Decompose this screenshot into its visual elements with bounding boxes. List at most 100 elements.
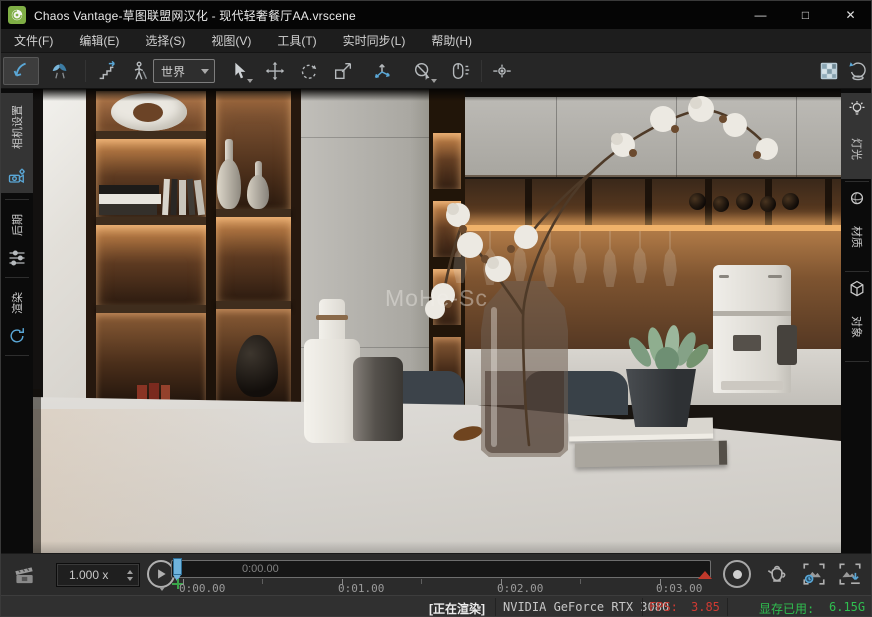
wall-edge-lower xyxy=(33,389,41,553)
scale-tool-button[interactable] xyxy=(327,57,359,85)
snapshot-clock-icon xyxy=(801,561,827,587)
tab-lights-label: 灯光 xyxy=(849,138,865,160)
flythrough-tool-button[interactable] xyxy=(43,57,77,85)
tab-materials[interactable]: 材质 xyxy=(841,185,872,267)
tab-camera-settings[interactable]: 相机设置 xyxy=(1,93,33,193)
vram-label: 显存已用: xyxy=(759,600,814,617)
collision-toggle-button[interactable] xyxy=(407,57,439,85)
strip-separator xyxy=(5,199,29,200)
tick-minor xyxy=(262,579,263,584)
toolbar-separator xyxy=(481,60,482,82)
menu-view[interactable]: 视图(V) xyxy=(198,29,264,53)
camera-gear-icon xyxy=(7,167,27,187)
path-tool-button[interactable] xyxy=(91,57,123,85)
animation-clapper-icon xyxy=(11,562,37,588)
status-separator xyxy=(727,598,728,617)
object-cube-icon xyxy=(847,279,867,299)
play-options-caret-icon[interactable] xyxy=(159,587,165,591)
swatch-grid-icon xyxy=(818,60,840,82)
left-panel-strip: 相机设置 后期 渲染 xyxy=(1,89,33,553)
record-dot-icon xyxy=(733,570,742,579)
tab-render[interactable]: 渲染 xyxy=(1,281,33,351)
step-down-icon[interactable] xyxy=(127,577,133,581)
close-button[interactable]: ✕ xyxy=(828,1,872,29)
timeline-end-marker[interactable] xyxy=(698,571,712,579)
transform-arrows-icon xyxy=(371,60,393,82)
tab-objects-label: 对象 xyxy=(849,316,865,338)
coordinate-space-value: 世界 xyxy=(161,63,185,80)
status-separator xyxy=(642,598,643,617)
menu-edit[interactable]: 编辑(E) xyxy=(66,29,132,53)
strip-separator xyxy=(5,355,29,356)
tab-post-label: 后期 xyxy=(9,214,25,236)
select-tool-button[interactable] xyxy=(223,57,255,85)
stairs-path-icon xyxy=(96,60,118,82)
strip-separator xyxy=(5,277,29,278)
menu-select[interactable]: 选择(S) xyxy=(132,29,198,53)
tick-minor xyxy=(421,579,422,584)
material-sphere-icon xyxy=(847,189,867,209)
menu-livesync[interactable]: 实时同步(L) xyxy=(330,29,419,53)
scale-icon xyxy=(332,60,354,82)
watermark: MoHe-Sc xyxy=(385,285,488,312)
light-bulb-icon xyxy=(847,99,867,119)
tick-label: 0:00.00 xyxy=(179,582,225,595)
navigate-tool-button[interactable] xyxy=(3,57,39,85)
move-tool-button[interactable] xyxy=(259,57,291,85)
minimize-button[interactable]: — xyxy=(738,1,783,29)
transform-gizmo-button[interactable] xyxy=(365,57,399,85)
speed-stepper[interactable] xyxy=(127,570,133,581)
rotate-icon xyxy=(297,60,319,82)
tick-label: 0:03.00 xyxy=(656,582,702,595)
walk-tool-button[interactable] xyxy=(125,57,155,85)
chevron-down-icon xyxy=(431,79,437,83)
tick-label: 0:01.00 xyxy=(338,582,384,595)
main-area: 相机设置 后期 渲染 xyxy=(1,89,872,553)
turntable-button[interactable] xyxy=(845,57,871,85)
tab-post-processing[interactable]: 后期 xyxy=(1,203,33,273)
mouse-icon xyxy=(449,60,471,82)
tick-minor xyxy=(580,579,581,584)
timeline-playhead[interactable] xyxy=(173,558,182,575)
turntable-rotate-icon xyxy=(847,60,869,82)
maximize-button[interactable]: □ xyxy=(783,1,828,29)
toolbar-separator xyxy=(85,60,86,82)
tick-label: 0:02.00 xyxy=(497,582,543,595)
tab-camera-settings-label: 相机设置 xyxy=(9,105,25,149)
save-image-icon xyxy=(837,561,863,587)
tab-objects[interactable]: 对象 xyxy=(841,275,872,357)
strip-separator xyxy=(845,181,869,182)
playback-speed-field[interactable]: 1.000 x xyxy=(56,563,140,587)
app-logo-icon xyxy=(8,6,26,24)
snapshot-button[interactable] xyxy=(801,561,827,592)
focus-point-button[interactable] xyxy=(487,57,517,85)
window-title: Chaos Vantage-草图联盟网汉化 - 现代轻奢餐厅AA.vrscene xyxy=(34,7,356,24)
status-separator xyxy=(495,598,496,617)
chevron-down-icon xyxy=(201,69,209,74)
material-swatch-button[interactable] xyxy=(815,57,843,85)
coordinate-space-select[interactable]: 世界 xyxy=(153,59,215,83)
menu-help[interactable]: 帮助(H) xyxy=(418,29,485,53)
render-teapot-button[interactable] xyxy=(763,562,791,593)
sliders-icon xyxy=(7,248,27,268)
step-up-icon[interactable] xyxy=(127,570,133,574)
mouse-settings-button[interactable] xyxy=(445,57,475,85)
walk-person-icon xyxy=(129,60,151,82)
app-window: Chaos Vantage-草图联盟网汉化 - 现代轻奢餐厅AA.vrscene… xyxy=(0,0,872,617)
menu-tools[interactable]: 工具(T) xyxy=(264,29,329,53)
record-button[interactable] xyxy=(723,560,751,588)
menu-file[interactable]: 文件(F) xyxy=(1,29,66,53)
viewport-render[interactable]: MoHe-Sc xyxy=(33,89,841,553)
timeline-track[interactable]: 0:00.00 xyxy=(171,560,711,578)
fps-label: FPS: xyxy=(649,600,678,614)
chevron-down-icon xyxy=(247,79,253,83)
tab-lights[interactable]: 灯光 xyxy=(841,93,872,179)
teapot-icon xyxy=(763,562,791,588)
rotate-tool-button[interactable] xyxy=(293,57,323,85)
save-render-button[interactable] xyxy=(837,561,863,592)
bottom-vignette xyxy=(33,541,841,553)
title-bar: Chaos Vantage-草图联盟网汉化 - 现代轻奢餐厅AA.vrscene… xyxy=(1,1,872,29)
tab-render-label: 渲染 xyxy=(9,292,25,314)
tab-materials-label: 材质 xyxy=(849,226,865,248)
render-refresh-icon xyxy=(7,326,27,346)
